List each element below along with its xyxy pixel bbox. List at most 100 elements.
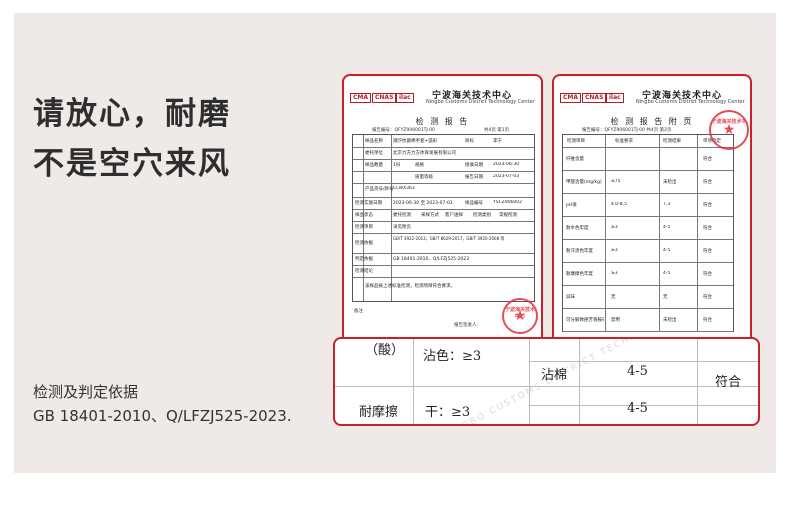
appendix-cell-item: 耐水色牢度 bbox=[566, 226, 589, 231]
appendix-cell-result: 4-5 bbox=[663, 271, 671, 276]
judgement-pass: 符合 bbox=[715, 375, 742, 390]
appendix-cell-req: 禁用 bbox=[611, 318, 620, 323]
appendix-cell-item: 纤维含量 bbox=[566, 157, 584, 162]
appendix-cell-result: 未检出 bbox=[663, 180, 677, 185]
appendix-cell-judge: 符合 bbox=[703, 318, 712, 323]
level-value: 常规检测 bbox=[499, 213, 517, 218]
appendix-cell-result: 7.3 bbox=[663, 202, 671, 207]
ilac-logo: ilac bbox=[606, 93, 624, 103]
col-item-header: 检测项目 bbox=[567, 139, 585, 144]
cma-logo: CMA bbox=[350, 93, 372, 103]
cnas-logo: CNAS bbox=[372, 93, 397, 103]
page-number: 共4页 第1页 bbox=[484, 128, 510, 133]
basis-value: GB/T 3922-2013，GB/T 8629-2017，GB/T 3920-… bbox=[393, 236, 505, 241]
test-report-main: CMA CNAS ilac 宁波海关技术中心 Ningbo Customs Di… bbox=[342, 74, 543, 348]
conclusion-value: 该样品按上述标准检测，检测项目符合要求。 bbox=[365, 284, 455, 289]
conclusion-label: 检测结论 bbox=[355, 269, 373, 274]
appendix-results-table: 检测项目 标准要求 检测结果 单项判定 纤维含量 符合 甲醛含量(mg/kg) ≤75… bbox=[562, 134, 734, 332]
appendix-cell-item: pH值 bbox=[566, 203, 577, 208]
headline-line-2: 不是空穴来风 bbox=[33, 146, 231, 182]
method-label: 采样方式 bbox=[421, 213, 439, 218]
page-canvas: 请放心，耐磨 不是空穴来风 检测及判定依据 GB 18401-2010、Q/LF… bbox=[0, 0, 790, 516]
state-label: 样品状态 bbox=[355, 213, 373, 218]
official-seal: 宁波海关技术中心 ★ bbox=[502, 298, 538, 334]
seal-star-icon: ★ bbox=[513, 308, 527, 324]
appendix-cell-judge: 符合 bbox=[703, 295, 712, 300]
sample-name-label: 样品名称 bbox=[365, 139, 383, 144]
appendix-cell-item: 甲醛含量(mg/kg) bbox=[566, 180, 602, 185]
appendix-cell-req: 无 bbox=[611, 295, 616, 300]
report-header: CMA CNAS ilac 宁波海关技术中心 Ningbo Customs Di… bbox=[350, 88, 535, 108]
center-name-en: Ningbo Customs District Technology Cente… bbox=[426, 99, 535, 105]
brand-label: 商标 bbox=[465, 139, 474, 144]
basis-title: 检测及判定依据 bbox=[33, 383, 139, 401]
appendix-cell-item: 异味 bbox=[566, 295, 575, 300]
sweat-acid-label: （酸） bbox=[365, 343, 405, 358]
appendix-cell-req: ≥3 bbox=[611, 225, 618, 230]
receive-date-value: 2023-06-30 bbox=[493, 162, 520, 167]
row-divider bbox=[563, 308, 733, 309]
cnas-logo: CNAS bbox=[582, 93, 607, 103]
report-date-label: 报告日期 bbox=[465, 175, 483, 180]
appendix-cell-judge: 符合 bbox=[703, 272, 712, 277]
row-divider bbox=[563, 262, 733, 263]
appendix-cell-result: 未检出 bbox=[663, 318, 677, 323]
report-number: 报告编号：QFYZ906001TJ-00 bbox=[372, 128, 435, 133]
row-divider bbox=[563, 193, 733, 194]
row-divider bbox=[563, 239, 733, 240]
sample-no-value: YSCZ906002 bbox=[493, 200, 523, 205]
appendix-cell-req: ≤75 bbox=[611, 179, 621, 184]
quantity-label: 样品数量 bbox=[365, 163, 383, 168]
brand-value: 李宁 bbox=[493, 139, 502, 144]
rubbing-label: 耐摩擦 bbox=[359, 405, 399, 420]
row-divider bbox=[563, 285, 733, 286]
dry-result: 4-5 bbox=[627, 401, 648, 416]
dry-requirement: 干：≥3 bbox=[425, 405, 471, 420]
appendix-seal: 宁波海关技术中心 ★ bbox=[709, 110, 749, 150]
report-info-table: 样品名称 潮汐抗菌棉手套+弧形 商标 李宁 委托单位 北京力方力方体育发展有限公… bbox=[352, 134, 535, 302]
product-no-label: 产品货号/款号 bbox=[365, 187, 394, 192]
client-value: 北京力方力方体育发展有限公司 bbox=[393, 151, 456, 156]
watermark-text: NINGBO CUSTOMS DISTRICT TECHNOLOGY CENTE… bbox=[441, 337, 723, 426]
item-value: 详见附页 bbox=[393, 225, 411, 230]
method-value: 客户送样 bbox=[445, 213, 463, 218]
center-name-en: Ningbo Customs District Technology Cente… bbox=[636, 99, 745, 105]
item-label: 检测项目 bbox=[355, 225, 373, 230]
appendix-cell-result: 无 bbox=[663, 295, 668, 300]
appendix-header: CMA CNAS ilac 宁波海关技术中心 Ningbo Customs Di… bbox=[560, 88, 745, 108]
basis-label: 检测依据 bbox=[355, 241, 373, 246]
stain-requirement: 沾色：≥3 bbox=[423, 349, 482, 364]
appendix-cell-item: 可分解致癌芳香胺染料 bbox=[566, 318, 604, 323]
appendix-cell-judge: 符合 bbox=[703, 180, 712, 185]
row-divider bbox=[563, 170, 733, 171]
appendix-cell-req: 4.0-8.5 bbox=[611, 202, 627, 207]
spec-label: 规格 bbox=[415, 163, 424, 168]
test-report-appendix: CMA CNAS ilac 宁波海关技术中心 Ningbo Customs Di… bbox=[552, 74, 752, 348]
sample-name-value: 潮汐抗菌棉手套+弧形 bbox=[393, 139, 438, 144]
signer-label: 报告签发人： bbox=[454, 323, 481, 328]
quantity-value: 1份 bbox=[393, 163, 401, 168]
test-date-value: 2023-06-30 至 2023-07-03 bbox=[393, 201, 453, 206]
state-value: 委托检测 bbox=[393, 213, 411, 218]
product-no-value: LCWX363 bbox=[393, 186, 415, 191]
appendix-cell-judge: 符合 bbox=[703, 249, 712, 254]
basis-standards: GB 18401-2010、Q/LFZJ525-2023. bbox=[33, 407, 292, 425]
appendix-cell-judge: 符合 bbox=[703, 157, 712, 162]
test-date-label: 检测实施日期 bbox=[355, 201, 382, 206]
appendix-cell-judge: 符合 bbox=[703, 203, 712, 208]
judge-label: 判定依据 bbox=[355, 257, 373, 262]
appendix-cell-judge: 符合 bbox=[703, 226, 712, 231]
level-label: 检测类别 bbox=[473, 213, 491, 218]
sample-no-label: 样品编号 bbox=[465, 201, 483, 206]
report-title: 检 测 报 告 bbox=[415, 117, 470, 126]
headline-line-1: 请放心，耐磨 bbox=[33, 96, 231, 132]
grade-label: 质量等级 bbox=[415, 175, 433, 180]
appendix-cell-result: 4-5 bbox=[663, 248, 671, 253]
col-req-header: 标准要求 bbox=[615, 139, 633, 144]
appendix-seal-star-icon: ★ bbox=[722, 122, 736, 138]
cma-logo: CMA bbox=[560, 93, 582, 103]
rubbing-fastness-detail: NINGBO CUSTOMS DISTRICT TECHNOLOGY CENTE… bbox=[333, 337, 760, 426]
row-divider bbox=[563, 216, 733, 217]
cotton-result: 4-5 bbox=[627, 364, 648, 379]
cotton-label: 沾棉 bbox=[541, 368, 568, 383]
